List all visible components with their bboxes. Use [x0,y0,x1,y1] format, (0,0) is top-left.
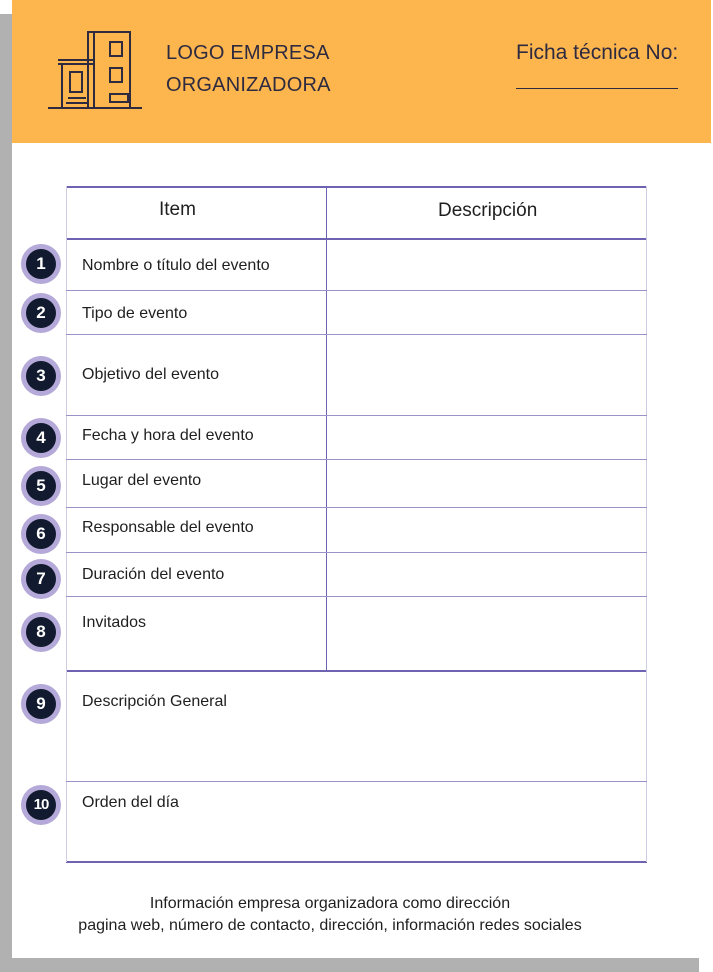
building-logo-icon [48,31,142,109]
row-divider [66,781,647,782]
table-bottom-border [66,861,647,863]
row-number-badge: 8 [21,612,61,652]
description-cell[interactable] [327,460,646,507]
item-label: Fecha y hora del evento [82,427,254,444]
item-label: Tipo de evento [82,305,188,322]
description-general-area[interactable] [67,720,646,780]
row-number: 7 [26,564,56,594]
row-number-badge: 9 [21,684,61,724]
row-number: 4 [26,423,56,453]
item-label: Descripción General [82,693,227,710]
description-cell[interactable] [327,291,646,334]
ficha-number-blank[interactable] [516,88,678,89]
table-top-border [66,186,647,188]
logo-text: LOGO EMPRESA ORGANIZADORA [166,37,331,101]
page-shadow-bottom [0,958,699,972]
footer-line-2: pagina web, número de contacto, direcció… [78,917,582,934]
row-number: 8 [26,617,56,647]
description-cell[interactable] [327,597,646,670]
row-number: 2 [26,298,56,328]
description-cell[interactable] [327,240,646,290]
description-cell[interactable] [327,553,646,596]
row-number: 3 [26,361,56,391]
row-number-badge: 2 [21,293,61,333]
row-number-badge: 5 [21,466,61,506]
description-cell[interactable] [327,335,646,415]
page-shadow-left [0,14,12,972]
item-label: Objetivo del evento [82,366,219,383]
row-number: 9 [26,689,56,719]
document-header: LOGO EMPRESA ORGANIZADORA Ficha técnica … [12,0,711,143]
column-header-item: Item [159,199,196,220]
row-number: 1 [26,249,56,279]
description-cell[interactable] [327,508,646,552]
row-number: 10 [26,790,56,820]
logo-line-2: ORGANIZADORA [166,74,331,96]
table-right-border [646,186,647,862]
row-number: 6 [26,519,56,549]
ficha-tecnica-label: Ficha técnica No: [516,41,679,64]
item-label: Invitados [82,614,147,631]
description-cell[interactable] [327,416,646,459]
row-number-badge: 1 [21,244,61,284]
item-label: Orden del día [82,794,179,811]
footer-info: Información empresa organizadora como di… [40,893,620,937]
row-number-badge: 3 [21,356,61,396]
row-number-badge: 7 [21,559,61,599]
logo-line-1: LOGO EMPRESA [166,42,330,64]
item-label: Duración del evento [82,566,225,583]
item-label: Responsable del evento [82,519,254,536]
column-header-descripcion: Descripción [438,200,538,221]
row-number: 5 [26,471,56,501]
row-number-badge: 10 [21,785,61,825]
row-number-badge: 6 [21,514,61,554]
footer-line-1: Información empresa organizadora como di… [149,895,511,912]
row-number-badge: 4 [21,418,61,458]
table-section-border [66,670,647,672]
item-label: Nombre o título del evento [82,257,270,274]
item-label: Lugar del evento [82,472,202,489]
orden-del-dia-area[interactable] [67,820,646,860]
